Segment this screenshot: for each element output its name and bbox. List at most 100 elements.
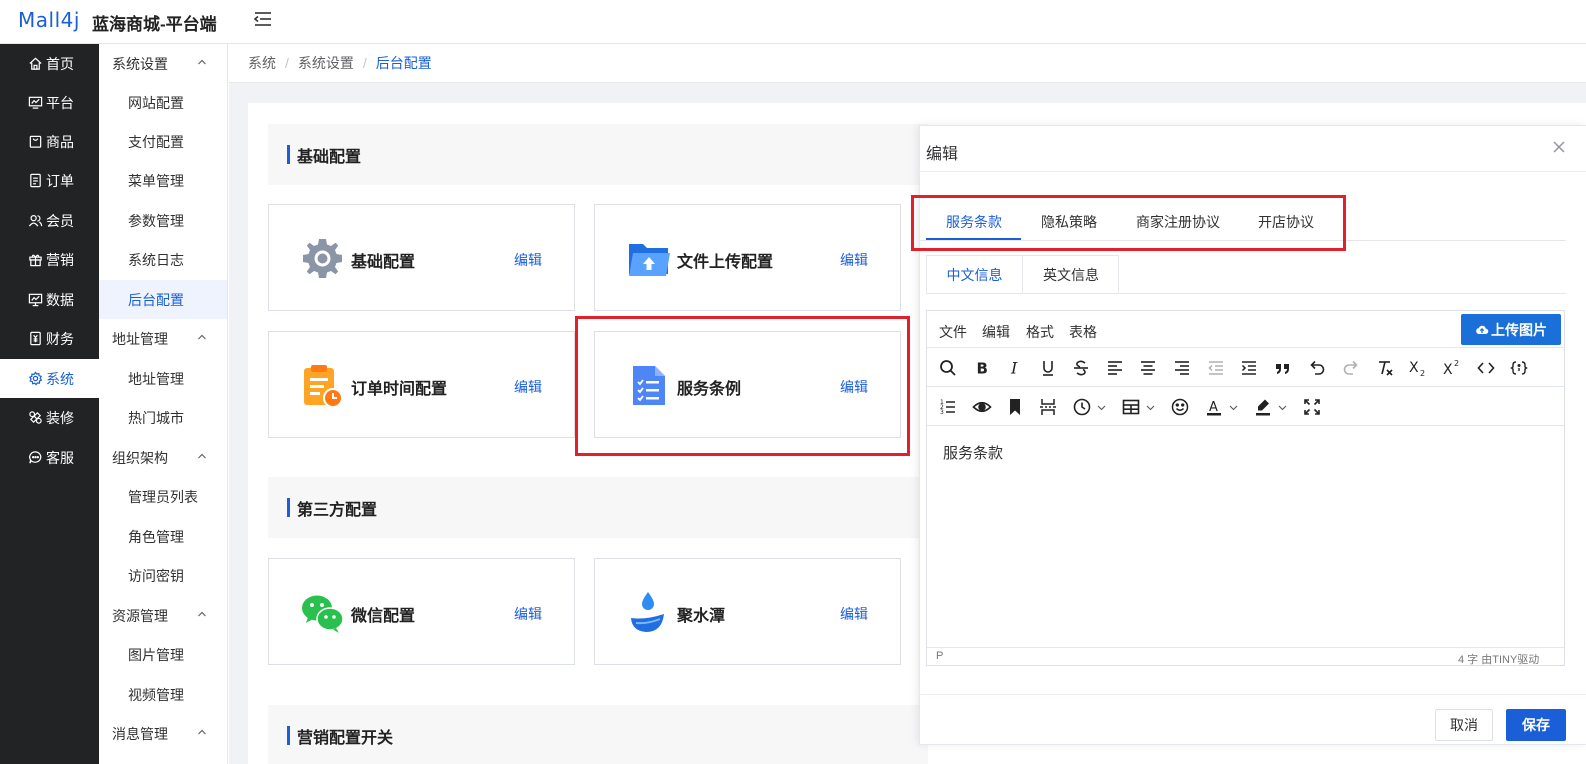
subnav-item-system-log[interactable]: 系统日志: [99, 240, 227, 279]
editor-content[interactable]: 服务条款: [943, 442, 1003, 463]
main-sidebar: 首页 平台 商品 订单 会员 营销 数据 财务 系统 装修 客服: [0, 44, 99, 764]
menu-format[interactable]: 格式: [1026, 322, 1054, 342]
nav-item-service[interactable]: 客服: [0, 438, 99, 477]
subnav-group-resources[interactable]: 资源管理: [99, 596, 227, 635]
subnav-group-system-settings[interactable]: 系统设置: [99, 44, 227, 83]
nav-item-system[interactable]: 系统: [0, 359, 99, 398]
nav-item-members[interactable]: 会员: [0, 201, 99, 240]
table-icon[interactable]: [1120, 396, 1142, 418]
nav-label: 装修: [46, 409, 74, 426]
subnav-item-hot-cities[interactable]: 热门城市: [99, 398, 227, 437]
redo-icon[interactable]: [1340, 357, 1362, 379]
search-icon[interactable]: [937, 357, 959, 379]
editor-toolbar-row-2: 123 A: [927, 388, 1564, 426]
superscript-icon[interactable]: X2: [1441, 357, 1463, 379]
nav-item-data[interactable]: 数据: [0, 280, 99, 319]
align-right-icon[interactable]: [1171, 357, 1193, 379]
menu-table[interactable]: 表格: [1069, 322, 1097, 342]
save-button[interactable]: 保存: [1506, 709, 1566, 741]
subnav-item-access-keys[interactable]: 访问密钥: [99, 556, 227, 595]
nav-item-marketing[interactable]: 营销: [0, 240, 99, 279]
home-icon: [29, 57, 42, 70]
card-jushuitan: 聚水潭 编辑: [594, 558, 901, 665]
card-order-time-config: 订单时间配置 编辑: [268, 331, 575, 438]
tab-english-info[interactable]: 英文信息: [1023, 256, 1119, 294]
nav-item-finance[interactable]: 财务: [0, 319, 99, 358]
breadcrumb-separator: /: [285, 55, 289, 71]
clear-format-icon[interactable]: [1374, 357, 1396, 379]
subnav-item-admin-list[interactable]: 管理员列表: [99, 477, 227, 516]
subnav-item-payment-config[interactable]: 支付配置: [99, 122, 227, 161]
wechat-icon: [302, 595, 344, 633]
edit-link[interactable]: 编辑: [514, 377, 542, 397]
subnav-item-website-config[interactable]: 网站配置: [99, 83, 227, 122]
indent-icon[interactable]: [1238, 357, 1260, 379]
underline-icon[interactable]: [1037, 357, 1059, 379]
strikethrough-icon[interactable]: [1070, 357, 1092, 379]
subnav-item-video-management[interactable]: 视频管理: [99, 675, 227, 714]
text-color-icon[interactable]: A: [1203, 396, 1225, 418]
element-path[interactable]: P: [936, 650, 943, 662]
nav-item-platform[interactable]: 平台: [0, 83, 99, 122]
outdent-icon[interactable]: [1205, 357, 1227, 379]
nav-label: 平台: [46, 94, 74, 111]
breadcrumb-item-system-settings[interactable]: 系统设置: [298, 53, 354, 73]
blockquote-icon[interactable]: [1272, 357, 1294, 379]
svg-text:A: A: [1209, 400, 1218, 415]
app-name: 蓝海商城-平台端: [92, 15, 217, 34]
subnav-item-menu-management[interactable]: 菜单管理: [99, 161, 227, 200]
subnav-item-backend-config[interactable]: 后台配置: [99, 280, 227, 319]
chevron-up-icon: [198, 729, 206, 735]
card-basic-config: 基础配置 编辑: [268, 204, 575, 311]
nav-item-decoration[interactable]: 装修: [0, 398, 99, 437]
emoji-icon[interactable]: [1169, 396, 1191, 418]
chevron-down-icon[interactable]: [1097, 403, 1106, 412]
menu-edit[interactable]: 编辑: [982, 322, 1010, 342]
finance-icon: [30, 331, 41, 346]
edit-link[interactable]: 编辑: [840, 250, 868, 270]
subnav-item-address-management[interactable]: 地址管理: [99, 359, 227, 398]
datetime-icon[interactable]: [1071, 396, 1093, 418]
preview-icon[interactable]: [971, 396, 993, 418]
subnav-group-organization[interactable]: 组织架构: [99, 438, 227, 477]
chevron-down-icon[interactable]: [1229, 403, 1238, 412]
nav-item-home[interactable]: 首页: [0, 44, 99, 83]
highlight-color-icon[interactable]: [1252, 396, 1274, 418]
breadcrumb: 系统 / 系统设置 / 后台配置: [229, 44, 1586, 83]
subnav-group-address[interactable]: 地址管理: [99, 319, 227, 358]
upload-folder-icon: [629, 244, 670, 276]
undo-icon[interactable]: [1306, 357, 1328, 379]
subnav-item-role-management[interactable]: 角色管理: [99, 517, 227, 556]
numbered-list-icon[interactable]: 123: [937, 396, 959, 418]
subnav-item-image-management[interactable]: 图片管理: [99, 635, 227, 674]
bookmark-icon[interactable]: [1004, 396, 1026, 418]
cancel-button[interactable]: 取消: [1435, 709, 1493, 741]
subnav-group-messages[interactable]: 消息管理: [99, 714, 227, 753]
chevron-down-icon[interactable]: [1146, 403, 1155, 412]
subscript-icon[interactable]: X2: [1407, 357, 1429, 379]
users-icon: [28, 215, 43, 227]
bold-icon[interactable]: B: [971, 357, 993, 379]
tab-chinese-info[interactable]: 中文信息: [927, 256, 1023, 294]
align-left-icon[interactable]: [1104, 357, 1126, 379]
nav-item-orders[interactable]: 订单: [0, 161, 99, 200]
code-sample-icon[interactable]: [1508, 357, 1530, 379]
italic-icon[interactable]: I: [1004, 357, 1026, 379]
edit-link[interactable]: 编辑: [514, 250, 542, 270]
gift-icon: [29, 254, 42, 267]
nav-item-goods[interactable]: 商品: [0, 122, 99, 161]
fullscreen-icon[interactable]: [1301, 396, 1323, 418]
close-icon[interactable]: [1551, 139, 1567, 155]
edit-link[interactable]: 编辑: [840, 604, 868, 624]
upload-image-button[interactable]: 上传图片: [1461, 314, 1561, 345]
code-icon[interactable]: [1475, 357, 1497, 379]
align-center-icon[interactable]: [1137, 357, 1159, 379]
edit-link[interactable]: 编辑: [514, 604, 542, 624]
menu-file[interactable]: 文件: [939, 322, 967, 342]
gear-icon: [303, 239, 342, 278]
collapse-menu-icon[interactable]: [252, 8, 274, 30]
breadcrumb-item-system[interactable]: 系统: [248, 53, 276, 73]
chevron-down-icon[interactable]: [1278, 403, 1287, 412]
subnav-item-param-management[interactable]: 参数管理: [99, 201, 227, 240]
page-break-icon[interactable]: [1037, 396, 1059, 418]
